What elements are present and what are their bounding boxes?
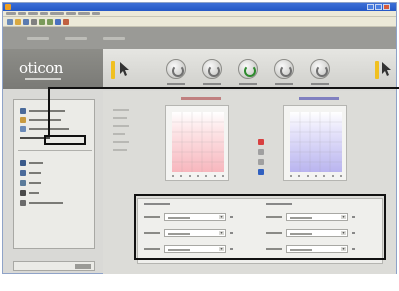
open-icon[interactable]	[15, 18, 21, 25]
pointer-icon	[382, 62, 391, 76]
scale-red	[258, 139, 264, 145]
hearing-aid-icon	[20, 190, 26, 196]
app-icon	[5, 4, 11, 10]
callout-leader-vertical	[48, 88, 50, 136]
menu-item-2[interactable]	[18, 12, 26, 15]
callout-box-sidebar	[44, 135, 86, 145]
new-icon[interactable]	[7, 18, 13, 25]
tool-label	[167, 83, 185, 85]
sidebar-item-4[interactable]	[20, 160, 43, 166]
print-icon[interactable]	[31, 18, 37, 25]
headset-icon	[20, 160, 26, 166]
tool-label	[311, 83, 329, 85]
sidebar-item-8[interactable]	[20, 200, 63, 206]
chart-right-ear	[165, 105, 229, 181]
brand-panel: oticon	[3, 49, 103, 89]
accent-bar-right	[375, 61, 379, 79]
sidebar-item-label	[29, 172, 41, 174]
tool-button-3[interactable]	[237, 59, 259, 85]
sidebar-item-6[interactable]	[20, 180, 41, 186]
sidebar-footer	[13, 261, 95, 271]
subnav-item[interactable]	[65, 36, 87, 40]
menu-item-8[interactable]	[92, 12, 100, 15]
minimize-icon[interactable]	[367, 4, 374, 10]
chart-title-left	[299, 97, 339, 100]
sidebar	[13, 99, 95, 249]
tool-button-5[interactable]	[309, 59, 331, 85]
chart-grid	[290, 112, 342, 172]
undo-icon[interactable]	[39, 18, 45, 25]
chart-grid	[172, 112, 224, 172]
close-icon[interactable]	[383, 4, 390, 10]
dial-icon	[310, 59, 330, 79]
scale-blue	[258, 169, 264, 175]
redo-icon[interactable]	[47, 18, 53, 25]
scale-gray	[258, 149, 264, 155]
person-icon	[20, 170, 26, 176]
dial-icon	[166, 59, 186, 79]
menu-item-5[interactable]	[50, 12, 64, 15]
subnav-item[interactable]	[103, 36, 125, 40]
scale-gray	[258, 159, 264, 165]
tool-button-2[interactable]	[201, 59, 223, 85]
sidebar-item-1[interactable]	[20, 108, 65, 114]
tool-label	[203, 83, 221, 85]
callout-box-fitting	[134, 194, 386, 260]
menu-item-4[interactable]	[40, 12, 48, 15]
dial-icon	[202, 59, 222, 79]
document-icon	[20, 126, 26, 132]
sidebar-item-5[interactable]	[20, 170, 41, 176]
tool-band	[103, 49, 396, 89]
menu-item-6[interactable]	[66, 12, 76, 15]
save-icon[interactable]	[23, 18, 29, 25]
tool-label	[275, 83, 293, 85]
help-icon[interactable]	[55, 18, 61, 25]
chart-left-ear	[283, 105, 347, 181]
menu-item-7[interactable]	[78, 12, 90, 15]
subnav-item[interactable]	[27, 36, 49, 40]
dial-icon	[274, 59, 294, 79]
menu-item-1[interactable]	[6, 12, 16, 15]
sidebar-item-label	[29, 162, 43, 164]
divider	[18, 150, 92, 151]
tool-label	[239, 83, 257, 85]
tool-button-1[interactable]	[165, 59, 187, 85]
toolbar	[3, 17, 396, 27]
sidebar-item-label	[29, 182, 41, 184]
vertical-label-list	[113, 109, 133, 157]
folder-icon	[20, 117, 26, 123]
sidebar-item-label	[29, 119, 61, 121]
x-axis-ticks	[290, 175, 342, 178]
chart-title-right	[181, 97, 221, 100]
oticon-logo: oticon	[19, 59, 63, 77]
sidebar-item-3[interactable]	[20, 126, 69, 132]
settings-icon	[20, 200, 26, 206]
sidebar-item-2[interactable]	[20, 117, 61, 123]
gauge-icon	[238, 59, 258, 79]
maximize-icon[interactable]	[375, 4, 382, 10]
chart-icon	[20, 180, 26, 186]
sub-navigation	[3, 27, 396, 49]
accent-bar-left	[111, 61, 115, 79]
pointer-icon	[120, 62, 129, 76]
sidebar-footer-button[interactable]	[75, 264, 91, 269]
sidebar-item-label	[29, 202, 63, 204]
person-icon	[20, 108, 26, 114]
page-margin	[0, 274, 399, 291]
sidebar-item-label	[29, 110, 65, 112]
tool-button-4[interactable]	[273, 59, 295, 85]
callout-leader-horizontal	[48, 87, 399, 89]
menu-item-3[interactable]	[28, 12, 38, 15]
title-bar	[3, 3, 396, 11]
connect-icon[interactable]	[63, 18, 69, 25]
color-scale	[258, 139, 264, 199]
x-axis-ticks	[172, 175, 224, 178]
brand-tagline	[25, 78, 61, 80]
sidebar-item-7[interactable]	[20, 190, 39, 196]
sidebar-item-label	[29, 192, 39, 194]
